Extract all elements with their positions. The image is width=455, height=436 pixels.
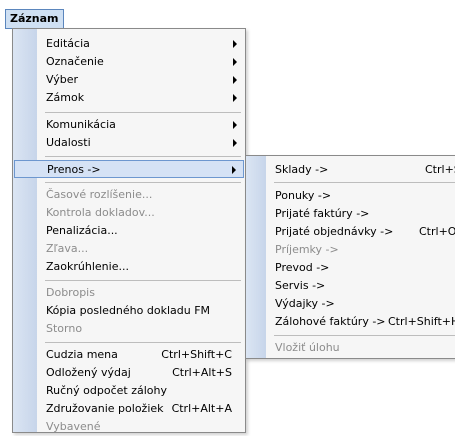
menu-item-label: Vybavené bbox=[46, 420, 101, 433]
submenu-arrow-icon bbox=[233, 94, 237, 102]
submenu-item-zalohove-faktury[interactable]: Zálohové faktúry -> Ctrl+Shift+H bbox=[247, 313, 455, 331]
zaznam-menu: Editácia Označenie Výber Zámok Komunikác… bbox=[12, 28, 246, 433]
submenu-arrow-icon bbox=[233, 139, 237, 147]
menu-item-label: Príjemky -> bbox=[275, 243, 339, 256]
menu-separator bbox=[274, 335, 455, 336]
menu-item-label: Zámok bbox=[46, 91, 85, 104]
menu-separator bbox=[45, 342, 241, 343]
menu-item-label: Editácia bbox=[46, 37, 90, 50]
submenu-item-vlozit-ulohu[interactable]: Vložiť úlohu bbox=[247, 339, 455, 357]
menu-item-label: Kópia posledného dokladu FM bbox=[46, 304, 211, 317]
submenu-item-servis[interactable]: Servis -> bbox=[247, 277, 455, 295]
submenu-item-sklady[interactable]: Sklady -> Ctrl+S bbox=[247, 161, 455, 179]
submenu-arrow-icon bbox=[232, 166, 236, 174]
menu-item-dobropis[interactable]: Dobropis bbox=[14, 284, 244, 302]
submenu-arrow-icon bbox=[233, 58, 237, 66]
menu-item-label: Zaokrúhlenie... bbox=[46, 260, 129, 273]
menu-item-komunikacia[interactable]: Komunikácia bbox=[14, 116, 244, 134]
menu-item-label: Výdajky -> bbox=[275, 297, 335, 310]
menu-item-odlozeny-vydaj[interactable]: Odložený výdaj Ctrl+Alt+S bbox=[14, 364, 244, 382]
menu-item-label: Storno bbox=[46, 322, 83, 335]
menu-item-label: Sklady -> bbox=[275, 163, 329, 176]
menu-item-shortcut: Ctrl+Alt+A bbox=[171, 402, 232, 415]
menu-separator bbox=[45, 112, 241, 113]
submenu-arrow-icon bbox=[233, 40, 237, 48]
menu-item-label: Udalosti bbox=[46, 136, 91, 149]
menu-item-label: Označenie bbox=[46, 55, 104, 68]
submenu-arrow-icon bbox=[233, 76, 237, 84]
menu-item-shortcut: Ctrl+O bbox=[419, 225, 455, 238]
menu-item-label: Ponuky -> bbox=[275, 189, 332, 202]
menu-item-label: Prijaté objednávky -> bbox=[275, 225, 394, 238]
submenu-item-prijate-faktury[interactable]: Prijaté faktúry -> bbox=[247, 205, 455, 223]
menu-item-label: Kontrola dokladov... bbox=[46, 206, 155, 219]
menu-item-label: Cudzia mena bbox=[46, 348, 118, 361]
menu-item-storno[interactable]: Storno bbox=[14, 320, 244, 338]
menu-item-label: Zľava... bbox=[46, 242, 89, 255]
menu-item-shortcut: Ctrl+Shift+C bbox=[161, 348, 232, 361]
menu-item-zdruzovanie-poloziek[interactable]: Združovanie položiek Ctrl+Alt+A bbox=[14, 400, 244, 418]
menu-separator bbox=[45, 182, 241, 183]
menu-item-penalizacia[interactable]: Penalizácia... bbox=[14, 222, 244, 240]
menu-item-label: Prenos -> bbox=[47, 163, 101, 176]
submenu-item-vydajky[interactable]: Výdajky -> bbox=[247, 295, 455, 313]
menu-item-editacia[interactable]: Editácia bbox=[14, 35, 244, 53]
menu-item-label: Prevod -> bbox=[275, 261, 330, 274]
submenu-item-prijemky[interactable]: Príjemky -> bbox=[247, 241, 455, 259]
menu-item-label: Ručný odpočet zálohy bbox=[46, 384, 167, 397]
menu-zaznam[interactable]: Záznam bbox=[5, 9, 64, 29]
menu-item-label: Penalizácia... bbox=[46, 224, 118, 237]
menu-item-label: Komunikácia bbox=[46, 118, 116, 131]
submenu-item-ponuky[interactable]: Ponuky -> bbox=[247, 187, 455, 205]
menu-item-label: Prijaté faktúry -> bbox=[275, 207, 370, 220]
menu-item-oznacenie[interactable]: Označenie bbox=[14, 53, 244, 71]
menu-item-prenos[interactable]: Prenos -> bbox=[14, 160, 244, 178]
menu-item-shortcut: Ctrl+S bbox=[425, 163, 455, 176]
menu-item-label: Servis -> bbox=[275, 279, 326, 292]
menu-item-label: Výber bbox=[46, 73, 79, 86]
menu-item-zamok[interactable]: Zámok bbox=[14, 89, 244, 107]
menu-separator bbox=[45, 156, 241, 157]
menu-item-label: Odložený výdaj bbox=[46, 366, 131, 379]
menu-item-label: Dobropis bbox=[46, 286, 95, 299]
menu-separator bbox=[274, 182, 455, 183]
menu-item-cudzia-mena[interactable]: Cudzia mena Ctrl+Shift+C bbox=[14, 346, 244, 364]
menu-item-shortcut: Ctrl+Alt+S bbox=[172, 366, 232, 379]
menu-item-casove-rozlisenie[interactable]: Časové rozlíšenie... bbox=[14, 186, 244, 204]
menu-item-rucny-odpocet-zalohy[interactable]: Ručný odpočet zálohy bbox=[14, 382, 244, 400]
submenu-item-prevod[interactable]: Prevod -> bbox=[247, 259, 455, 277]
menu-item-vybavene[interactable]: Vybavené bbox=[14, 418, 244, 436]
menu-item-shortcut: Ctrl+Shift+H bbox=[388, 315, 455, 328]
menu-item-zaokruhlenie[interactable]: Zaokrúhlenie... bbox=[14, 258, 244, 276]
menu-item-kopia-posledneho-dokladu[interactable]: Kópia posledného dokladu FM bbox=[14, 302, 244, 320]
menu-bar: Záznam bbox=[0, 0, 455, 30]
menu-item-label: Zálohové faktúry -> bbox=[275, 315, 386, 328]
menu-item-zlava[interactable]: Zľava... bbox=[14, 240, 244, 258]
submenu-arrow-icon bbox=[233, 121, 237, 129]
menu-item-label: Združovanie položiek bbox=[46, 402, 164, 415]
prenos-submenu: Sklady -> Ctrl+S Ponuky -> Prijaté faktú… bbox=[245, 155, 455, 359]
menu-item-vyber[interactable]: Výber bbox=[14, 71, 244, 89]
menu-item-label: Vložiť úlohu bbox=[275, 341, 340, 354]
submenu-item-prijate-objednavky[interactable]: Prijaté objednávky -> Ctrl+O bbox=[247, 223, 455, 241]
menu-separator bbox=[45, 280, 241, 281]
menu-item-kontrola-dokladov[interactable]: Kontrola dokladov... bbox=[14, 204, 244, 222]
menu-item-label: Časové rozlíšenie... bbox=[46, 188, 153, 201]
menu-item-udalosti[interactable]: Udalosti bbox=[14, 134, 244, 152]
